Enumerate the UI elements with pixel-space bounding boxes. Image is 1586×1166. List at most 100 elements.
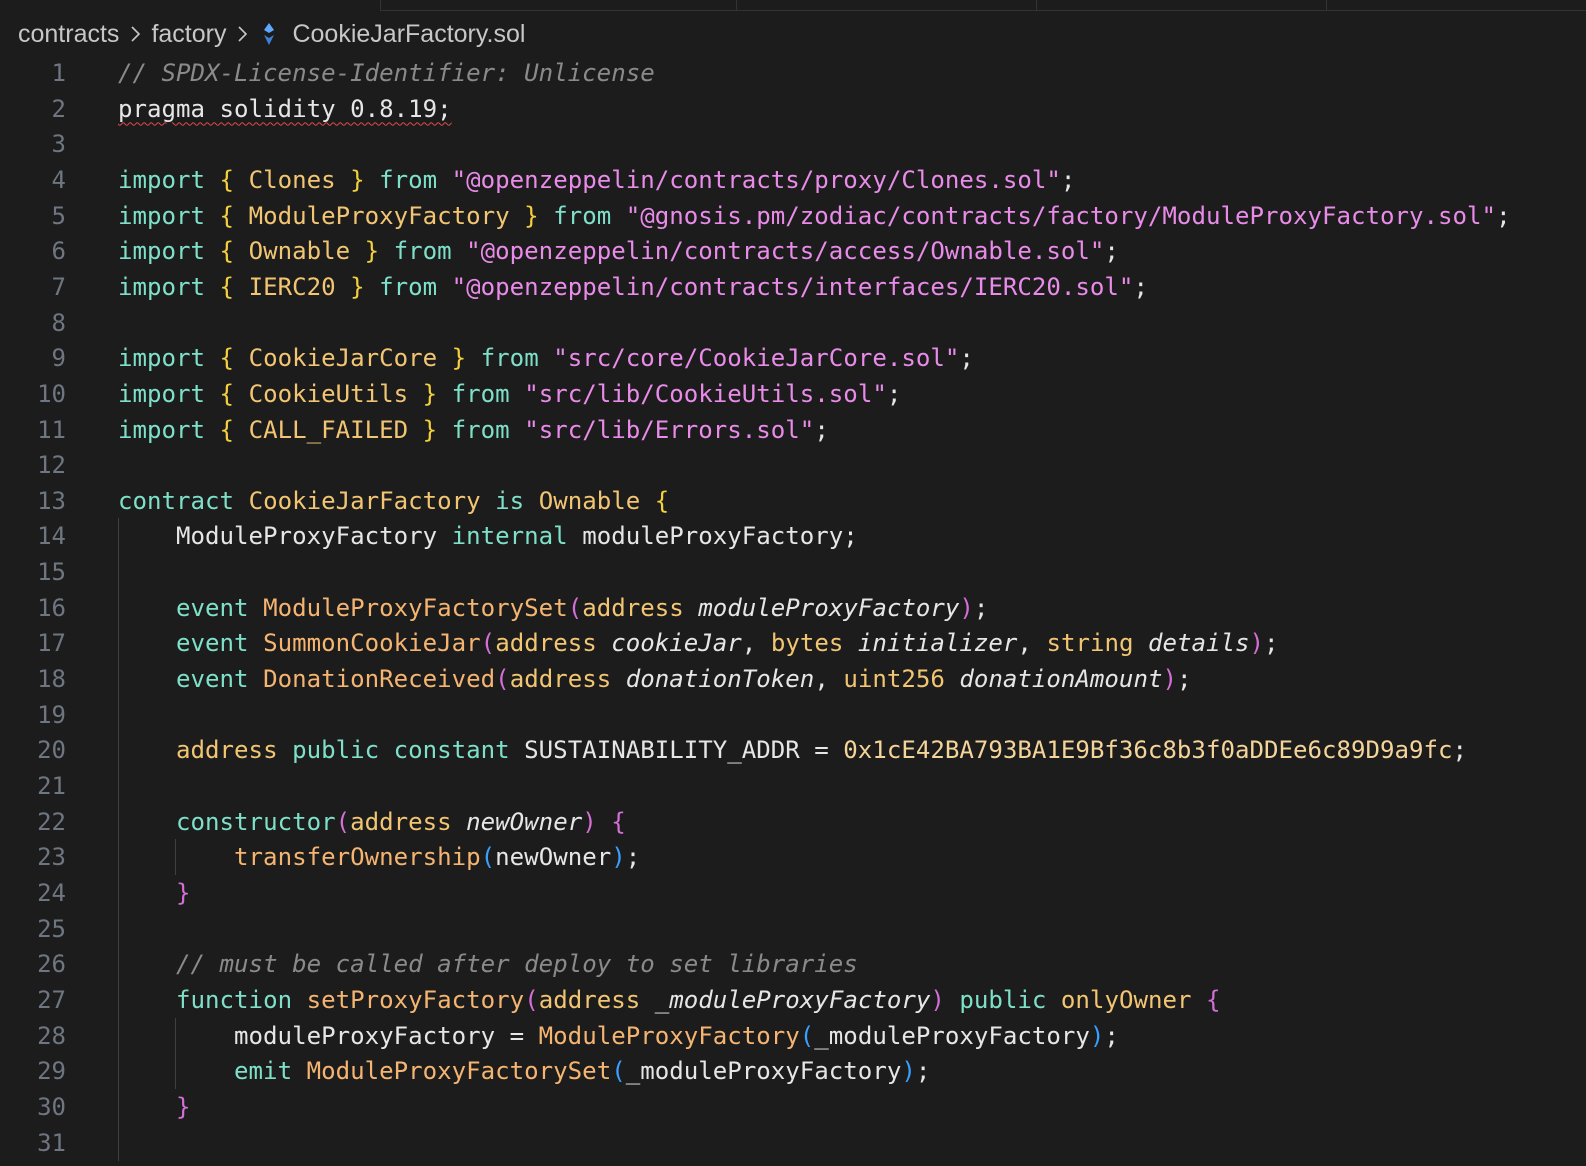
- code-token: from: [553, 201, 626, 230]
- code-token: "@openzeppelin/contracts/proxy/Clones.so…: [451, 165, 1061, 194]
- code-line[interactable]: 15: [0, 554, 1586, 591]
- code-token: // SPDX-License-Identifier: Unlicense: [118, 59, 655, 87]
- code-line[interactable]: 14 ModuleProxyFactory internal modulePro…: [0, 518, 1586, 555]
- code-line[interactable]: 13 contract CookieJarFactory is Ownable {: [0, 483, 1586, 519]
- code-token: setProxyFactory: [306, 985, 525, 1014]
- code-token: ,: [814, 665, 844, 694]
- code-token: ): [901, 1057, 916, 1086]
- breadcrumb-item-file[interactable]: CookieJarFactory.sol: [292, 20, 525, 49]
- code-line[interactable]: 18 event DonationReceived(address donati…: [0, 661, 1586, 698]
- code-line[interactable]: 25: [0, 910, 1586, 947]
- code-line[interactable]: 10 import { CookieUtils } from "src/lib/C…: [0, 376, 1586, 412]
- line-number: 15: [37, 558, 66, 587]
- code-token: (: [524, 985, 539, 1014]
- code-line[interactable]: 17 event SummonCookieJar(address cookieJ…: [0, 625, 1586, 662]
- code-token: address: [350, 807, 467, 836]
- code-token: CookieJarFactory: [248, 486, 496, 515]
- line-code: import { ModuleProxyFactory } from "@gno…: [118, 198, 1511, 234]
- code-line[interactable]: 20 address public constant SUSTAINABILIT…: [0, 732, 1586, 769]
- code-line[interactable]: 28 moduleProxyFactory = ModuleProxyFacto…: [0, 1017, 1586, 1054]
- code-token: uint256: [843, 665, 960, 694]
- code-token: ): [1249, 629, 1265, 658]
- code-line[interactable]: 30 }: [0, 1088, 1586, 1125]
- code-token: ,: [1017, 629, 1047, 658]
- line-number: 14: [37, 522, 66, 551]
- code-line[interactable]: 23 transferOwnership(newOwner);: [0, 839, 1586, 876]
- code-line[interactable]: 4 import { Clones } from "@openzeppelin/c…: [0, 162, 1586, 198]
- code-line[interactable]: 12: [0, 447, 1586, 483]
- code-line[interactable]: 9 import { CookieJarCore } from "src/core…: [0, 340, 1586, 376]
- code-token: newOwner: [466, 807, 583, 836]
- line-number: 29: [37, 1057, 66, 1086]
- tab-divider: [1036, 0, 1037, 11]
- line-number: 10: [37, 379, 66, 408]
- line-number: 28: [37, 1021, 66, 1050]
- code-token: ;: [1104, 1021, 1119, 1050]
- indent-guide: [118, 696, 119, 733]
- line-code: import { IERC20 } from "@openzeppelin/co…: [118, 269, 1148, 305]
- tab-divider: [1326, 0, 1327, 11]
- line-code: transferOwnership(newOwner);: [118, 839, 640, 875]
- line-number: 1: [51, 59, 66, 87]
- code-line[interactable]: 24 }: [0, 874, 1586, 911]
- code-token: 0x1cE42BA793BA1E9Bf36c8b3f0aDDEe6c89D9a9…: [843, 736, 1453, 765]
- line-code: address public constant SUSTAINABILITY_A…: [118, 732, 1467, 768]
- line-code: ModuleProxyFactory internal moduleProxyF…: [118, 518, 858, 554]
- code-token: Ownable: [538, 486, 655, 515]
- solidity-file-icon: [260, 22, 278, 46]
- code-line[interactable]: 26 // must be called after deploy to set…: [0, 946, 1586, 983]
- chevron-right-icon: [226, 25, 258, 43]
- code-token: public constant: [292, 736, 525, 765]
- code-token: {: [219, 415, 249, 444]
- code-editor[interactable]: 1 // SPDX-License-Identifier: Unlicense 2 p…: [0, 55, 1586, 1166]
- code-token: CALL_FAILED: [248, 415, 423, 444]
- code-token: import: [118, 272, 220, 301]
- code-token: (: [480, 843, 496, 872]
- breadcrumb-item-contracts[interactable]: contracts: [18, 20, 119, 49]
- code-token: }: [176, 878, 191, 907]
- line-number: 24: [37, 878, 66, 907]
- code-token: ;: [1104, 237, 1119, 266]
- code-token: from: [480, 344, 554, 373]
- line-number: 20: [37, 736, 66, 765]
- code-line[interactable]: 11 import { CALL_FAILED } from "src/lib/E…: [0, 412, 1586, 448]
- code-token: public: [959, 985, 1061, 1014]
- code-line[interactable]: 27 function setProxyFactory(address _mod…: [0, 981, 1586, 1018]
- code-line[interactable]: 5 import { ModuleProxyFactory } from "@gn…: [0, 198, 1586, 234]
- code-line[interactable]: 6 import { Ownable } from "@openzeppelin/…: [0, 233, 1586, 269]
- code-token: event: [176, 665, 264, 694]
- code-line[interactable]: 19: [0, 696, 1586, 733]
- line-number: 2: [51, 94, 66, 123]
- code-line[interactable]: 2 pragma solidity 0.8.19;: [0, 91, 1586, 127]
- line-number: 19: [37, 700, 66, 729]
- chevron-right-icon: [119, 25, 151, 43]
- code-line[interactable]: 29 emit ModuleProxyFactorySet(_modulePro…: [0, 1053, 1586, 1090]
- line-number: 18: [37, 665, 66, 694]
- indent-guide: [118, 768, 119, 804]
- code-token: ,: [741, 629, 771, 658]
- code-token: Ownable: [248, 237, 365, 266]
- breadcrumb-item-factory[interactable]: factory: [151, 20, 226, 49]
- code-line[interactable]: 16 event ModuleProxyFactorySet(address m…: [0, 589, 1586, 626]
- code-line[interactable]: 31: [0, 1124, 1586, 1161]
- code-line[interactable]: 8: [0, 305, 1586, 341]
- code-line[interactable]: 21: [0, 768, 1586, 804]
- code-line[interactable]: 3: [0, 126, 1586, 162]
- code-token: ;: [1133, 272, 1148, 301]
- code-line[interactable]: 22 constructor(address newOwner) {: [0, 803, 1586, 840]
- code-line[interactable]: 7 import { IERC20 } from "@openzeppelin/c…: [0, 269, 1586, 305]
- line-number: 4: [51, 165, 66, 194]
- code-token: cookieJar: [611, 629, 742, 658]
- code-token: from: [379, 272, 452, 301]
- code-token: "src/lib/Errors.sol": [524, 415, 815, 444]
- code-token: }: [422, 379, 452, 408]
- code-token: "@openzeppelin/contracts/interfaces/IERC…: [451, 272, 1134, 301]
- tab-strip-border: [380, 10, 1586, 11]
- code-token: address: [538, 985, 655, 1014]
- code-line[interactable]: 1 // SPDX-License-Identifier: Unlicense: [0, 55, 1586, 91]
- tab-divider: [736, 0, 737, 11]
